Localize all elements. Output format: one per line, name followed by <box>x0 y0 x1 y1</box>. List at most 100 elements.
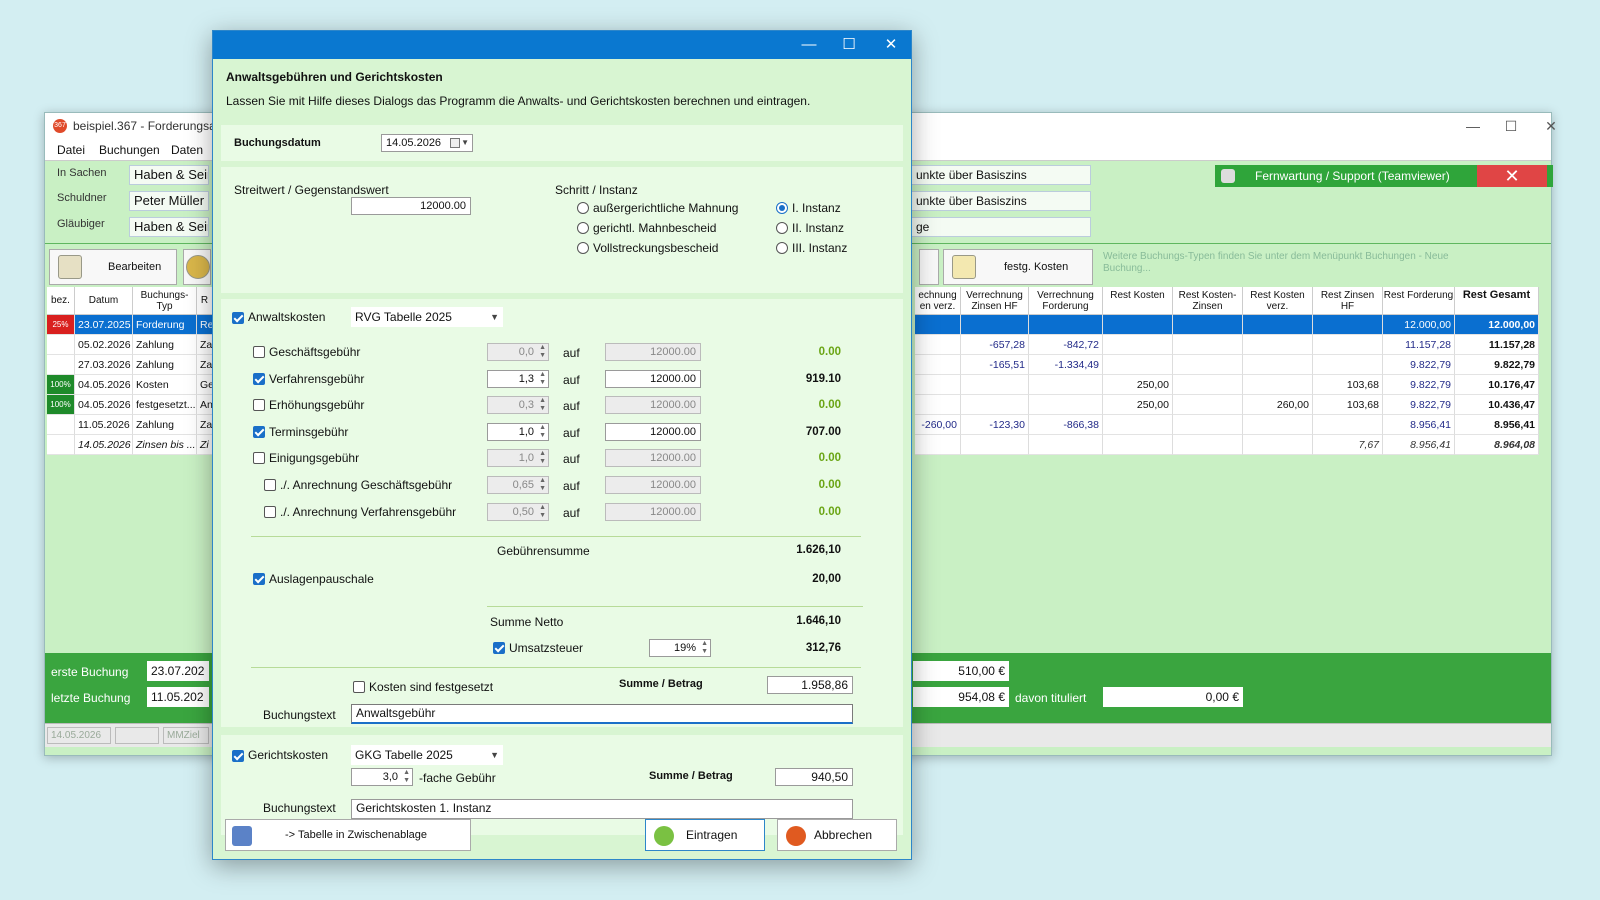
table-cell[interactable]: 8.956,41 <box>1383 415 1455 435</box>
col-buchungstyp[interactable]: Buchungs-Typ <box>133 287 197 315</box>
fee-label[interactable]: ./. Anrechnung Verfahrensgebühr <box>280 505 456 519</box>
fixed-costs-button[interactable]: festg. Kosten <box>943 249 1093 285</box>
table-cell[interactable]: -866,38 <box>1029 415 1103 435</box>
booking-date-picker[interactable]: 14.05.2026 ▼ <box>381 134 473 152</box>
zins-field-1[interactable]: unkte über Basiszins <box>911 165 1091 185</box>
table-cell[interactable] <box>1173 335 1243 355</box>
table-cell[interactable] <box>1103 415 1173 435</box>
teamviewer-close-icon[interactable]: ✕ <box>1477 165 1547 187</box>
table-cell[interactable]: Ge <box>197 375 213 395</box>
maximize-icon[interactable]: ☐ <box>1491 115 1531 137</box>
table-cell[interactable]: 7,67 <box>1313 435 1383 455</box>
table-cell[interactable]: -1.334,49 <box>1029 355 1103 375</box>
radio-mahnung-label[interactable]: außergerichtliche Mahnung <box>593 201 738 215</box>
fee-checkbox[interactable] <box>264 479 276 491</box>
spin-icon[interactable]: ▲ ▼ <box>403 769 410 785</box>
table-cell[interactable] <box>1313 415 1383 435</box>
fee-factor-stepper[interactable]: 1,0 ▲ ▼ <box>487 422 549 441</box>
spin-icon[interactable]: ▲ ▼ <box>539 371 546 387</box>
table-cell[interactable] <box>915 315 961 335</box>
fee-base-input[interactable]: 12000.00 <box>605 396 701 415</box>
fee-checkbox[interactable] <box>253 346 265 358</box>
fee-factor-stepper[interactable]: 0,3 ▲ ▼ <box>487 396 549 415</box>
col-rest-gesamt[interactable]: Rest Gesamt <box>1455 287 1539 315</box>
gerichtskosten-checkbox[interactable] <box>232 750 244 762</box>
table-cell[interactable]: 8.956,41 <box>1383 435 1455 455</box>
table-cell[interactable]: 04.05.2026 <box>75 375 133 395</box>
table-cell[interactable] <box>1173 415 1243 435</box>
table-cell[interactable]: 10.436,47 <box>1455 395 1539 415</box>
table-cell[interactable] <box>961 375 1029 395</box>
table-cell[interactable] <box>961 395 1029 415</box>
menu-buchungen[interactable]: Buchungen <box>99 143 160 157</box>
fee-checkbox[interactable] <box>253 399 265 412</box>
table-cell[interactable] <box>1313 335 1383 355</box>
fee-base-input[interactable]: 12000.00 <box>605 343 701 361</box>
teamviewer-bar[interactable]: Fernwartung / Support (Teamviewer) ✕ <box>1215 165 1553 187</box>
table-cell[interactable]: 12.000,00 <box>1455 315 1539 335</box>
table-cell[interactable]: -260,00 <box>915 415 961 435</box>
table-cell[interactable] <box>1243 335 1313 355</box>
festgesetzt-label[interactable]: Kosten sind festgesetzt <box>369 680 493 694</box>
col-rest-kosten[interactable]: Rest Kosten <box>1103 287 1173 315</box>
auslagen-label[interactable]: Auslagenpauschale <box>269 572 374 586</box>
coin-button[interactable] <box>183 249 211 285</box>
table-cell[interactable]: -165,51 <box>961 355 1029 375</box>
fee-checkbox[interactable] <box>253 372 265 385</box>
menu-daten[interactable]: Daten <box>171 143 203 157</box>
dialog-close-icon[interactable]: ✕ <box>871 31 911 59</box>
table-cell[interactable] <box>1173 355 1243 375</box>
table-cell[interactable]: Zahlung <box>133 415 197 435</box>
table-cell[interactable]: 11.157,28 <box>1383 335 1455 355</box>
table-cell[interactable]: 11.157,28 <box>1455 335 1539 355</box>
table-cell[interactable]: Za <box>197 355 213 375</box>
gerichtskosten-label[interactable]: Gerichtskosten <box>248 748 328 762</box>
dialog-maximize-icon[interactable]: ☐ <box>829 31 869 59</box>
fee-checkbox[interactable] <box>253 452 265 465</box>
gericht-summe-input[interactable]: 940,50 <box>775 768 853 786</box>
fee-base-input[interactable]: 12000.00 <box>605 422 701 441</box>
table-cell[interactable] <box>1029 315 1103 335</box>
radio-vollstreckung[interactable] <box>577 242 589 254</box>
schuldner-field[interactable]: Peter Müller <box>129 191 209 211</box>
table-cell[interactable]: Kosten <box>133 375 197 395</box>
table-cell[interactable]: 9.822,79 <box>1455 355 1539 375</box>
table-cell[interactable] <box>1173 315 1243 335</box>
radio-instanz-2-label[interactable]: II. Instanz <box>792 221 844 235</box>
table-cell[interactable]: 250,00 <box>1103 395 1173 415</box>
fee-label[interactable]: ./. Anrechnung Geschäftsgebühr <box>280 478 452 492</box>
col-rest-forderung[interactable]: Rest Forderung <box>1383 287 1455 315</box>
table-cell[interactable] <box>1029 435 1103 455</box>
table-cell[interactable] <box>1173 395 1243 415</box>
dialog-minimize-icon[interactable]: — <box>789 31 829 59</box>
table-cell[interactable] <box>1173 375 1243 395</box>
table-cell[interactable]: -842,72 <box>1029 335 1103 355</box>
table-cell[interactable]: Zahlung <box>133 335 197 355</box>
fee-factor-stepper[interactable]: 1,0 ▲ ▼ <box>487 449 549 468</box>
table-cell[interactable]: 250,00 <box>1103 375 1173 395</box>
fee-factor-stepper[interactable]: 0,65 ▲ ▼ <box>487 476 549 494</box>
col-datum[interactable]: Datum <box>75 287 133 315</box>
radio-mahnbescheid-label[interactable]: gerichtl. Mahnbescheid <box>593 221 716 235</box>
table-cell[interactable] <box>915 335 961 355</box>
fee-base-input[interactable]: 12000.00 <box>605 476 701 494</box>
spin-icon[interactable]: ▲ ▼ <box>539 477 546 493</box>
anwaltskosten-label[interactable]: Anwaltskosten <box>248 310 325 324</box>
table-cell[interactable] <box>961 315 1029 335</box>
status-badge[interactable] <box>47 335 75 355</box>
table-cell[interactable] <box>961 435 1029 455</box>
summe-betrag-input[interactable]: 1.958,86 <box>767 676 853 694</box>
spin-icon[interactable]: ▲ ▼ <box>539 504 546 520</box>
radio-instanz-3[interactable] <box>776 242 788 254</box>
fee-factor-stepper[interactable]: 1,3 ▲ ▼ <box>487 369 549 388</box>
fee-label[interactable]: Erhöhungsgebühr <box>269 398 364 412</box>
spin-icon[interactable]: ▲ ▼ <box>539 397 546 413</box>
status-badge[interactable]: 25% <box>47 315 75 335</box>
fee-label[interactable]: Verfahrensgebühr <box>269 372 364 386</box>
menu-datei[interactable]: Datei <box>57 143 85 157</box>
col-bez[interactable]: bez. <box>47 287 75 315</box>
glaeubiger-field[interactable]: Haben & Sein <box>129 217 209 237</box>
table-cell[interactable] <box>1243 415 1313 435</box>
table-cell[interactable] <box>1173 435 1243 455</box>
table-cell[interactable] <box>1243 315 1313 335</box>
